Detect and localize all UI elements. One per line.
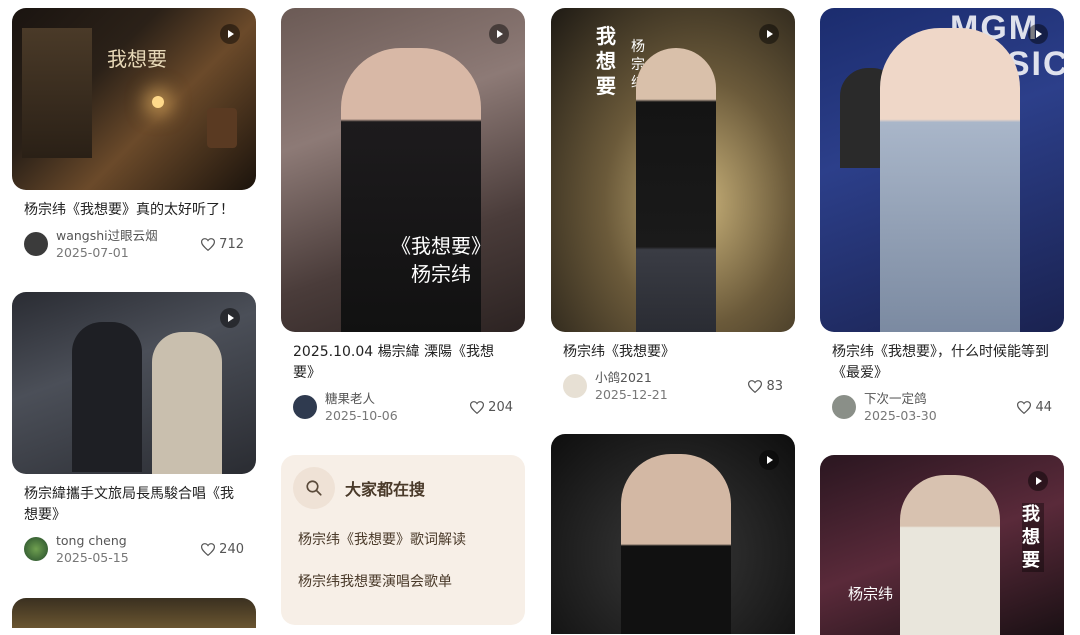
like-count: 83: [766, 378, 783, 394]
person-silhouette: [621, 454, 731, 634]
person-silhouette: [72, 322, 142, 472]
search-icon: [306, 480, 322, 496]
person-silhouette: [636, 48, 716, 332]
post-date: 2025-10-06: [325, 408, 398, 423]
play-icon[interactable]: [1028, 24, 1048, 44]
post-date: 2025-05-15: [56, 550, 129, 565]
heart-icon: [201, 542, 216, 556]
like-button[interactable]: 83: [748, 379, 783, 394]
video-thumbnail[interactable]: 我想要: [12, 8, 256, 190]
play-icon[interactable]: [759, 24, 779, 44]
thumbnail-overlay-title: 我想要: [596, 24, 616, 98]
search-suggestion[interactable]: 杨宗纬我想要演唱会歌单: [298, 571, 525, 591]
search-button[interactable]: [293, 467, 335, 509]
window-decor: [22, 28, 92, 158]
thumbnail-overlay-title: 我想要: [1022, 503, 1044, 572]
play-icon[interactable]: [489, 24, 509, 44]
thumbnail-overlay-subtitle: 杨宗纬: [848, 585, 894, 603]
author-name[interactable]: 小鸽2021: [595, 369, 748, 386]
post-date: 2025-12-21: [595, 387, 668, 402]
avatar[interactable]: [293, 395, 317, 419]
video-thumbnail[interactable]: 我想要 杨宗纬: [551, 8, 795, 332]
thumbnail-overlay-text: 我想要: [107, 47, 167, 71]
like-button[interactable]: 712: [201, 237, 244, 252]
like-count: 240: [219, 541, 244, 557]
like-count: 712: [219, 236, 244, 252]
author-name[interactable]: 下次一定鸽: [864, 390, 1017, 407]
search-suggestions-card: 大家都在搜 杨宗纬《我想要》歌词解读 杨宗纬我想要演唱会歌单: [281, 455, 525, 625]
lamp-glow: [152, 96, 164, 108]
author-name[interactable]: 糖果老人: [325, 390, 470, 407]
person-silhouette: [152, 332, 222, 474]
video-thumbnail[interactable]: MGM MUSIC: [820, 8, 1064, 332]
video-thumbnail[interactable]: [12, 292, 256, 474]
author-name[interactable]: tong cheng: [56, 532, 201, 549]
video-thumbnail-partial[interactable]: [551, 434, 795, 634]
heart-icon: [748, 379, 763, 393]
video-card-5[interactable]: MGM MUSIC 杨宗纬《我想要》，什么时候能等到《最爱》 下次一定鸽 202…: [820, 8, 1064, 424]
person-silhouette: [900, 475, 1000, 635]
person-silhouette: [880, 28, 1020, 332]
card-title[interactable]: 杨宗纬《我想要》: [563, 342, 783, 363]
chair-decor: [207, 108, 237, 148]
post-date: 2025-03-30: [864, 408, 937, 423]
avatar[interactable]: [832, 395, 856, 419]
card-title[interactable]: 杨宗緯攜手文旅局長馬駿合唱《我想要》: [24, 484, 244, 526]
card-title[interactable]: 杨宗纬《我想要》真的太好听了！: [24, 200, 244, 221]
like-button[interactable]: 240: [201, 542, 244, 557]
like-button[interactable]: 204: [470, 400, 513, 415]
video-thumbnail[interactable]: 《我想要》 杨宗纬: [281, 8, 525, 332]
heart-icon: [201, 237, 216, 251]
play-icon[interactable]: [220, 24, 240, 44]
avatar[interactable]: [24, 537, 48, 561]
heart-icon: [470, 400, 485, 414]
video-card-3[interactable]: 《我想要》 杨宗纬 2025.10.04 楊宗緯 溧陽《我想要》 糖果老人 20…: [281, 8, 525, 424]
card-title[interactable]: 杨宗纬《我想要》，什么时候能等到《最爱》: [832, 342, 1052, 384]
play-icon[interactable]: [759, 450, 779, 470]
video-thumbnail-partial[interactable]: 杨宗纬 我想要: [820, 455, 1064, 635]
overlay-line-1: 《我想要》: [391, 234, 491, 258]
post-date: 2025-07-01: [56, 245, 129, 260]
avatar[interactable]: [563, 374, 587, 398]
search-suggestion[interactable]: 杨宗纬《我想要》歌词解读: [298, 529, 525, 549]
play-icon[interactable]: [220, 308, 240, 328]
heart-icon: [1017, 400, 1032, 414]
overlay-line-2: 杨宗纬: [411, 262, 471, 286]
video-card-2[interactable]: 杨宗緯攜手文旅局長馬駿合唱《我想要》 tong cheng 2025-05-15…: [12, 292, 256, 566]
like-count: 44: [1035, 399, 1052, 415]
thumbnail-overlay-text: 《我想要》 杨宗纬: [391, 232, 491, 288]
person-silhouette: [341, 48, 481, 332]
video-thumbnail-partial[interactable]: [12, 598, 256, 628]
video-card-1[interactable]: 我想要 杨宗纬《我想要》真的太好听了！ wangshi过眼云烟 2025-07-…: [12, 8, 256, 261]
author-name[interactable]: wangshi过眼云烟: [56, 227, 201, 244]
like-button[interactable]: 44: [1017, 400, 1052, 415]
play-icon[interactable]: [1028, 471, 1048, 491]
avatar[interactable]: [24, 232, 48, 256]
video-card-4[interactable]: 我想要 杨宗纬 杨宗纬《我想要》 小鸽2021 2025-12-21 83: [551, 8, 795, 403]
like-count: 204: [488, 399, 513, 415]
search-section-title: 大家都在搜: [345, 480, 426, 499]
card-title[interactable]: 2025.10.04 楊宗緯 溧陽《我想要》: [293, 342, 513, 384]
